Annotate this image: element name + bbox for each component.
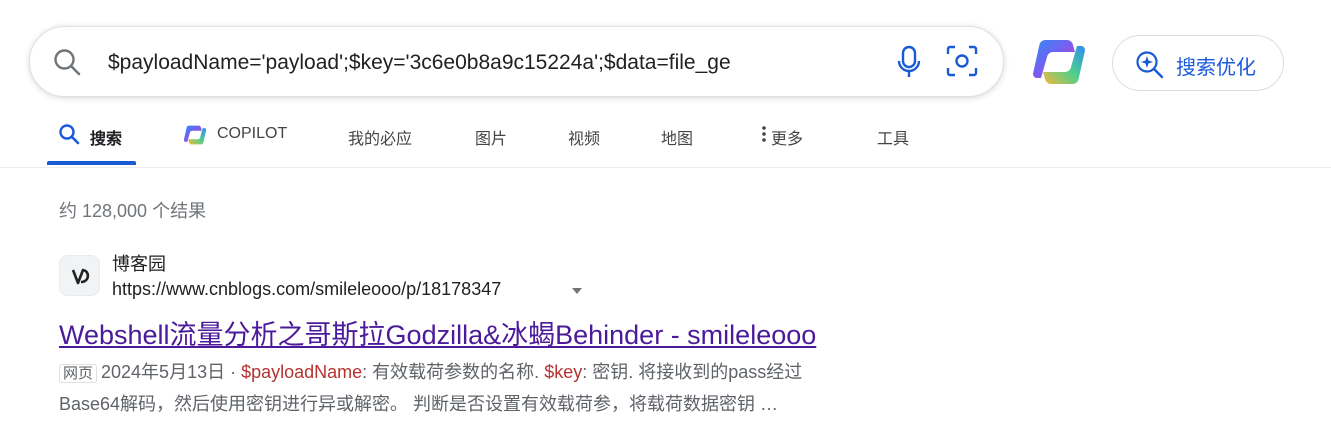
web-page-badge: 网页 [59,364,98,383]
search-header: 搜索优化 搜索 COPILOT 我的必应 图片 视频 地图 [0,0,1331,168]
more-vertical-icon [762,126,766,142]
tab-images-label: 图片 [475,131,508,148]
tab-maps[interactable]: 地图 [661,115,693,165]
search-input[interactable] [108,47,813,79]
copilot-search-optimize-label: 搜索优化 [1176,57,1256,79]
tab-videos[interactable]: 视频 [568,115,600,165]
copilot-icon [183,125,207,145]
result-count: 约 128,000 个结果 [59,201,207,221]
visual-search-icon[interactable] [945,44,979,78]
tab-images[interactable]: 图片 [475,115,507,165]
result-snippet: 网页 2024年5月13日 · $payloadName: 有效载荷参数的名称. … [59,357,959,420]
tab-tools[interactable]: 工具 [877,115,909,165]
snippet-line-1: 网页 2024年5月13日 · $payloadName: 有效载荷参数的名称. … [59,357,959,389]
copilot-search-optimize-button[interactable]: 搜索优化 [1112,35,1284,91]
sparkle-search-icon [1136,51,1164,79]
result-site-name[interactable]: 博客园 [112,250,166,276]
date-separator: · [225,362,242,382]
tab-my-bing[interactable]: 我的必应 [348,115,412,165]
result-title-link[interactable]: Webshell流量分析之哥斯拉Godzilla&冰蝎Behinder - sm… [59,313,816,352]
search-box[interactable] [29,26,1004,97]
copilot-logo-icon[interactable] [1031,34,1087,90]
tab-my-bing-label: 我的必应 [348,131,413,148]
tab-more-label: 更多 [771,131,804,148]
chevron-down-icon[interactable] [571,287,583,295]
tab-search[interactable]: 搜索 [58,115,122,165]
search-tabs: 搜索 COPILOT 我的必应 图片 视频 地图 更多 工具 [0,115,1331,167]
tab-copilot[interactable]: COPILOT [183,115,287,165]
result-url[interactable]: https://www.cnblogs.com/smileleooo/p/181… [112,279,501,300]
result-date: 2024年5月13日 [101,362,226,382]
active-tab-indicator [47,161,136,165]
snippet-text: : 密钥. 将接收到的pass经过 [582,362,803,382]
tab-more[interactable]: 更多 [760,115,803,165]
tab-search-label: 搜索 [90,131,123,148]
snippet-keyword: $key [544,362,583,382]
snippet-keyword: $payloadName [241,362,363,382]
site-favicon[interactable] [59,255,100,296]
cnblogs-logo-icon [71,268,90,285]
snippet-line-2: Base64解码，然后使用密钥进行异或解密。 判断是否设置有效载荷参，将载荷数据… [59,394,779,414]
tab-videos-label: 视频 [568,131,601,148]
tab-maps-label: 地图 [661,131,694,148]
tab-tools-label: 工具 [877,131,910,148]
snippet-text: : 有效载荷参数的名称. [362,362,545,382]
microphone-icon[interactable] [896,45,922,79]
search-icon[interactable] [52,47,82,77]
search-icon [59,124,80,145]
tab-copilot-label: COPILOT [217,125,288,142]
